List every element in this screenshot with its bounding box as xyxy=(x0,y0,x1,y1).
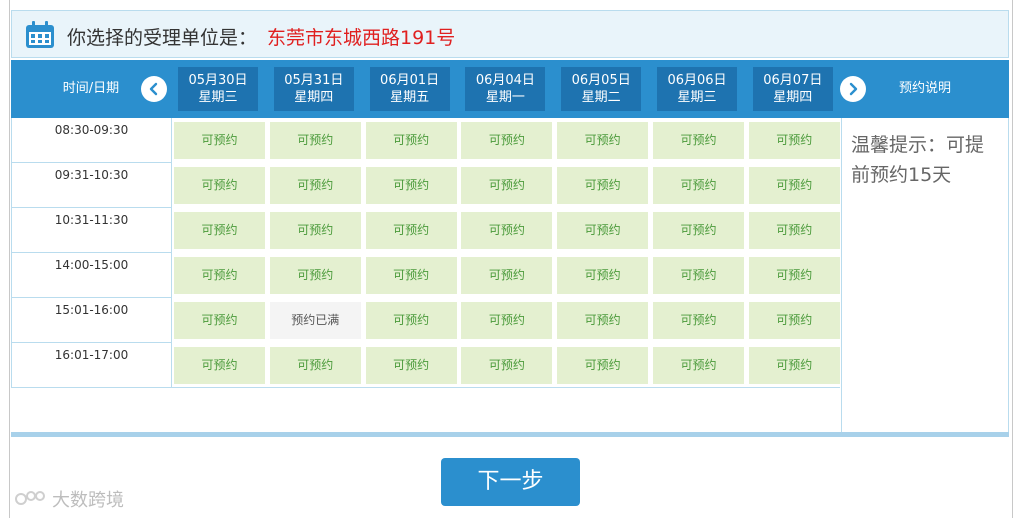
slot-available[interactable]: 可预约 xyxy=(557,302,649,339)
slot-available[interactable]: 可预约 xyxy=(653,167,744,204)
slot-available[interactable]: 可预约 xyxy=(269,257,361,294)
slot-available[interactable]: 可预约 xyxy=(653,302,744,339)
day-header[interactable]: 06月05日 星期二 xyxy=(561,67,642,111)
slot-available[interactable]: 可预约 xyxy=(653,257,744,294)
day-date: 06月01日 xyxy=(380,73,440,88)
prev-week-button[interactable] xyxy=(141,76,167,102)
time-slot-label: 14:00-15:00 xyxy=(12,253,172,298)
unit-label: 你选择的受理单位是： xyxy=(67,27,258,49)
calendar-icon xyxy=(26,21,54,48)
booking-notes-header: 预约说明 xyxy=(898,81,951,96)
slot-available[interactable]: 可预约 xyxy=(174,257,265,294)
date-nav-bar: 时间/日期 05月30日 星期三 05月31日 星期四 06月01日 星期五 06月04日星… xyxy=(11,60,1009,118)
slot-available[interactable]: 可预约 xyxy=(653,347,744,384)
logo-icon xyxy=(15,491,45,505)
slot-available[interactable]: 可预约 xyxy=(461,212,553,249)
slot-available[interactable]: 可预约 xyxy=(365,302,457,339)
day-weekday: 星期四 xyxy=(773,90,813,105)
watermark-text: 大数跨境 xyxy=(52,490,124,511)
page-frame-left xyxy=(9,0,10,518)
day-date: 05月30日 xyxy=(188,73,248,88)
slot-available[interactable]: 可预约 xyxy=(269,212,361,249)
slot-available[interactable]: 可预约 xyxy=(557,122,649,159)
day-header[interactable]: 05月31日 星期四 xyxy=(273,67,354,111)
time-slot-label: 16:01-17:00 xyxy=(12,343,172,388)
slot-available[interactable]: 可预约 xyxy=(269,347,361,384)
tips-text: 温馨提示：可提前预约15天 xyxy=(851,134,985,186)
next-step-button[interactable]: 下一步 xyxy=(441,458,580,506)
day-header[interactable]: 05月30日 星期三 xyxy=(178,67,258,111)
slot-available[interactable]: 可预约 xyxy=(365,122,457,159)
slot-available[interactable]: 可预约 xyxy=(174,122,265,159)
day-header[interactable]: 06月01日 星期五 xyxy=(369,67,450,111)
day-header[interactable]: 06月07日 星期四 xyxy=(752,67,833,111)
day-weekday: 星期二 xyxy=(581,90,621,105)
unit-value: 东莞市东城西路191号 xyxy=(267,27,456,49)
slot-available[interactable]: 可预约 xyxy=(748,302,840,339)
day-header[interactable]: 06月06日 星期三 xyxy=(657,67,737,111)
day-weekday: 星期四 xyxy=(294,90,334,105)
slot-available[interactable]: 可预约 xyxy=(365,347,457,384)
slot-available[interactable]: 可预约 xyxy=(461,167,553,204)
day-weekday: 星期三 xyxy=(198,90,238,105)
slot-available[interactable]: 可预约 xyxy=(557,212,649,249)
time-slot-label: 15:01-16:00 xyxy=(12,298,172,343)
slot-available[interactable]: 可预约 xyxy=(557,257,649,294)
next-week-button[interactable] xyxy=(840,76,866,102)
slot-available[interactable]: 可预约 xyxy=(748,257,840,294)
slot-available[interactable]: 可预约 xyxy=(748,122,840,159)
day-date: 06月07日 xyxy=(763,73,823,88)
slot-available[interactable]: 可预约 xyxy=(365,167,457,204)
slot-available[interactable]: 可预约 xyxy=(174,302,265,339)
slot-available[interactable]: 可预约 xyxy=(269,167,361,204)
day-weekday: 星期三 xyxy=(677,90,717,105)
slot-available[interactable]: 可预约 xyxy=(748,347,840,384)
chevron-right-icon xyxy=(849,82,858,96)
slot-available[interactable]: 可预约 xyxy=(461,347,553,384)
slot-available[interactable]: 可预约 xyxy=(557,167,649,204)
watermark: 大数跨境 xyxy=(14,486,124,512)
slot-available[interactable]: 可预约 xyxy=(557,347,649,384)
day-date: 06月06日 xyxy=(667,73,727,88)
slot-full: 预约已满 xyxy=(269,302,361,339)
slot-available[interactable]: 可预约 xyxy=(174,167,265,204)
slot-available[interactable]: 可预约 xyxy=(748,212,840,249)
page-frame-right xyxy=(1012,0,1013,518)
booking-grid: 08:30-09:30 可预约 可预约 可预约 可预约 可预约 可预约 可预约 09:31-10… xyxy=(11,118,840,388)
day-header[interactable]: 06月04日 星期一 xyxy=(465,67,546,111)
day-date: 06月04日 xyxy=(475,73,535,88)
day-weekday: 星期一 xyxy=(485,90,525,105)
slot-available[interactable]: 可预约 xyxy=(461,257,553,294)
day-weekday: 星期五 xyxy=(390,90,430,105)
slot-available[interactable]: 可预约 xyxy=(269,122,361,159)
title-bar: 你选择的受理单位是： 东莞市东城西路191号 xyxy=(11,10,1009,58)
slot-available[interactable]: 可预约 xyxy=(461,122,553,159)
time-slot-label: 08:30-09:30 xyxy=(12,118,172,163)
chevron-left-icon xyxy=(149,82,158,96)
slot-available[interactable]: 可预约 xyxy=(174,212,265,249)
divider xyxy=(11,432,1009,437)
time-slot-label: 09:31-10:30 xyxy=(12,163,172,208)
slot-available[interactable]: 可预约 xyxy=(365,212,457,249)
day-date: 05月31日 xyxy=(284,73,344,88)
slot-available[interactable]: 可预约 xyxy=(748,167,840,204)
time-slot-label: 10:31-11:30 xyxy=(12,208,172,253)
slot-available[interactable]: 可预约 xyxy=(365,257,457,294)
slot-available[interactable]: 可预约 xyxy=(653,212,744,249)
slot-available[interactable]: 可预约 xyxy=(174,347,265,384)
tips-panel: 温馨提示：可提前预约15天 xyxy=(841,118,1009,432)
day-date: 06月05日 xyxy=(571,73,631,88)
slot-available[interactable]: 可预约 xyxy=(653,122,744,159)
slot-available[interactable]: 可预约 xyxy=(461,302,553,339)
